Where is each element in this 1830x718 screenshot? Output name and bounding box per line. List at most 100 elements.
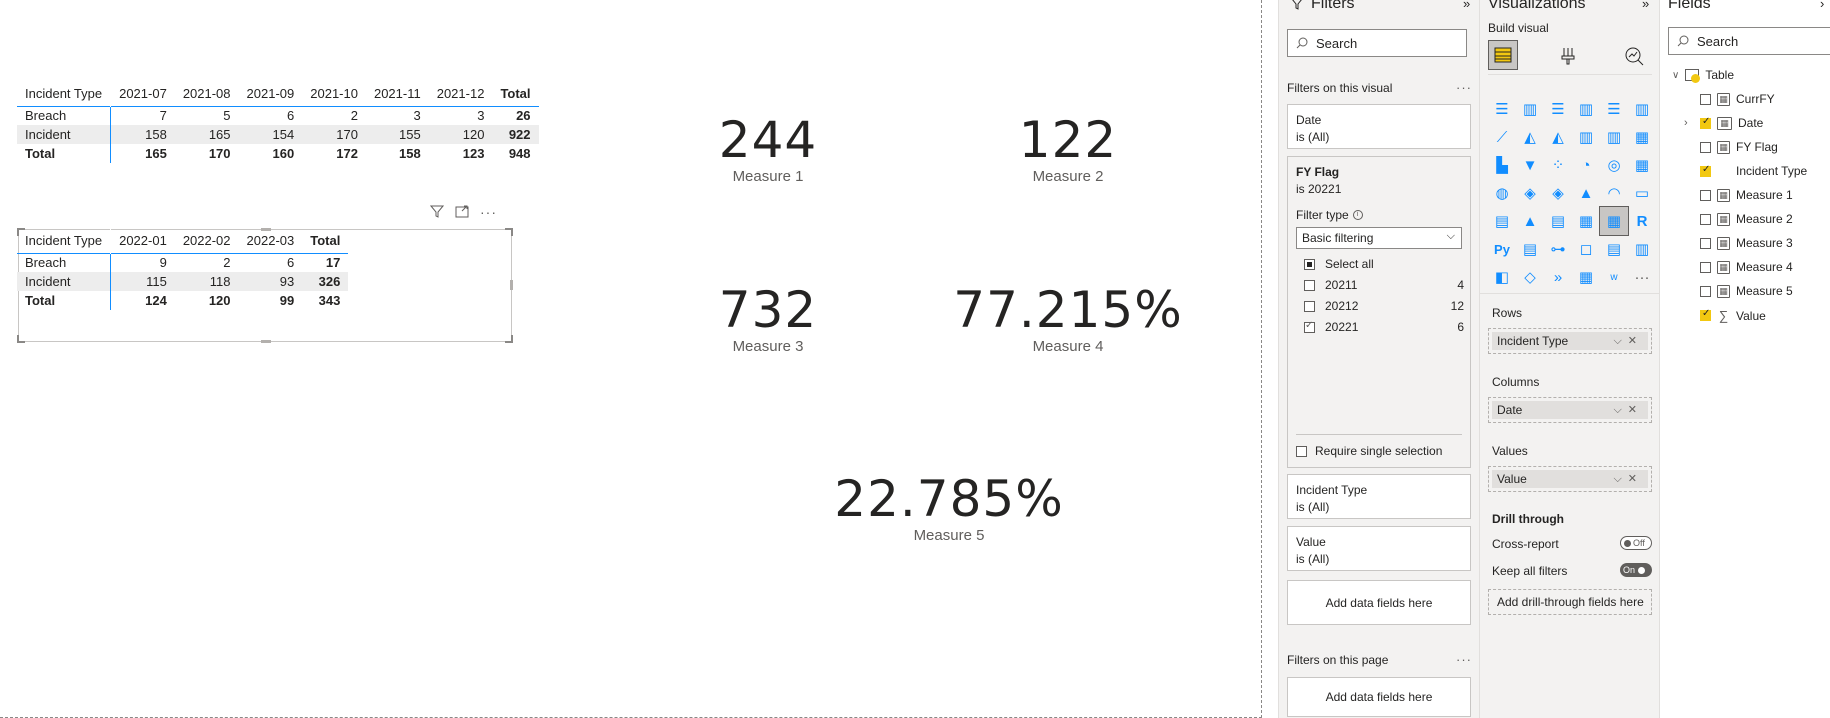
field-checkbox[interactable]	[1700, 116, 1711, 129]
kpi-icon[interactable]: ▲	[1516, 207, 1544, 235]
field-item[interactable]: ▦ CurrFY	[1700, 92, 1775, 106]
power-automate-flow-icon[interactable]: »	[1544, 263, 1572, 291]
custom-visual-icon[interactable]: ▦	[1572, 263, 1600, 291]
multi-row-card-icon[interactable]: ▤	[1488, 207, 1516, 235]
chevron-down-icon[interactable]: ⌵✕	[1613, 334, 1643, 348]
matrix-visual-2022[interactable]: Incident Type 2022-01 2022-02 2022-03 To…	[17, 229, 349, 310]
column-header[interactable]: 2021-12	[429, 82, 493, 106]
row-header[interactable]: Incident	[17, 125, 112, 144]
clustered-bar-chart-icon[interactable]: ☰	[1544, 95, 1572, 123]
more-options-icon[interactable]: ···	[1456, 80, 1472, 95]
smart-narrative-icon[interactable]: ▤	[1600, 235, 1628, 263]
python-visual-icon[interactable]: Py	[1488, 235, 1516, 263]
qa-icon[interactable]: ◻	[1572, 235, 1600, 263]
100-stacked-column-chart-icon[interactable]: ▥	[1628, 95, 1656, 123]
analytics-tab[interactable]	[1620, 42, 1648, 70]
waterfall-chart-icon[interactable]: ▙	[1488, 151, 1516, 179]
filter-option-checkbox[interactable]	[1304, 279, 1315, 291]
chevron-expanded-icon[interactable]: ∨	[1672, 70, 1679, 81]
funnel-icon[interactable]: ▼	[1516, 151, 1544, 179]
column-header[interactable]: 2022-01	[111, 229, 175, 253]
info-icon[interactable]: i	[1352, 210, 1363, 220]
word-cloud-icon[interactable]: w	[1600, 263, 1628, 291]
columns-well[interactable]: Date ⌵✕	[1488, 397, 1652, 423]
column-header-total[interactable]: Total	[302, 229, 348, 253]
filters-search-input[interactable]: Search	[1287, 29, 1467, 57]
field-item[interactable]: ▦ FY Flag	[1700, 140, 1778, 154]
rows-field-pill[interactable]: Incident Type ⌵✕	[1492, 332, 1648, 350]
filter-option[interactable]: 20221 6	[1304, 320, 1464, 334]
card-measure-3[interactable]: 732 Measure 3	[668, 282, 868, 356]
field-item[interactable]: ▦ Measure 5	[1700, 284, 1793, 298]
select-all-checkbox[interactable]	[1304, 258, 1315, 270]
format-visual-tab[interactable]	[1554, 42, 1582, 70]
r-visual-icon[interactable]: R	[1628, 207, 1656, 235]
filter-option-checkbox[interactable]	[1304, 320, 1315, 333]
filter-option[interactable]: 20211 4	[1304, 278, 1464, 292]
column-header[interactable]: 2021-09	[239, 82, 303, 106]
card-measure-2[interactable]: 122 Measure 2	[968, 112, 1168, 186]
build-visual-tab[interactable]	[1488, 40, 1518, 70]
focus-mode-icon[interactable]	[455, 204, 469, 221]
filter-card-value[interactable]: Value is (All)	[1287, 526, 1471, 571]
100-stacked-bar-chart-icon[interactable]: ☰	[1600, 95, 1628, 123]
chevron-down-icon[interactable]: ⌵✕	[1613, 472, 1643, 486]
resize-corner-handle[interactable]	[505, 228, 513, 236]
field-checkbox[interactable]	[1700, 237, 1711, 249]
filter-card-date[interactable]: Date is (All)	[1287, 104, 1471, 149]
table-node[interactable]: ∨ Table	[1672, 68, 1734, 83]
add-data-fields-visual[interactable]: Add data fields here	[1287, 580, 1471, 625]
collapse-visualizations-icon[interactable]: »	[1642, 0, 1649, 11]
rows-well[interactable]: Incident Type ⌵✕	[1488, 328, 1652, 354]
fields-search-input[interactable]: Search	[1668, 27, 1830, 55]
power-apps-icon[interactable]: ◧	[1488, 263, 1516, 291]
column-header[interactable]: 2021-11	[366, 82, 429, 106]
require-single-option[interactable]: Require single selection	[1296, 444, 1442, 458]
filter-icon[interactable]	[429, 204, 445, 221]
matrix-visual-2021[interactable]: Incident Type 2021-07 2021-08 2021-09 20…	[17, 82, 539, 163]
ribbon-chart-icon[interactable]: ▦	[1628, 123, 1656, 151]
column-header[interactable]: 2021-08	[175, 82, 239, 106]
stacked-column-chart-icon[interactable]: ▥	[1516, 95, 1544, 123]
matrix-icon[interactable]: ▦	[1599, 206, 1629, 236]
row-header[interactable]: Incident	[17, 272, 112, 291]
resize-corner-handle[interactable]	[17, 335, 25, 343]
shape-map-icon[interactable]: ◈	[1544, 179, 1572, 207]
row-header[interactable]: Breach	[17, 106, 112, 125]
row-header[interactable]: Breach	[17, 253, 112, 272]
column-header[interactable]: Incident Type	[17, 229, 112, 253]
gauge-icon[interactable]: ◠	[1600, 179, 1628, 207]
more-options-icon[interactable]: ···	[1456, 652, 1472, 667]
column-header[interactable]: 2021-07	[111, 82, 175, 106]
more-visuals-icon[interactable]: ···	[1628, 263, 1656, 291]
require-single-checkbox[interactable]	[1296, 445, 1307, 457]
column-header-total[interactable]: Total	[492, 82, 538, 106]
collapse-filters-icon[interactable]: »	[1463, 0, 1470, 11]
line-and-stacked-column-chart-icon[interactable]: ▥	[1572, 123, 1600, 151]
filter-card-fy-flag[interactable]: FY Flag is 20221 Filter type i Basic fil…	[1287, 156, 1471, 468]
column-header[interactable]: 2021-10	[302, 82, 366, 106]
stacked-bar-chart-icon[interactable]: ☰	[1488, 95, 1516, 123]
card-measure-5[interactable]: 22.785% Measure 5	[799, 471, 1099, 545]
power-automate-icon[interactable]: ◇	[1516, 263, 1544, 291]
field-item[interactable]: ▦ Measure 2	[1700, 212, 1793, 226]
add-data-fields-page[interactable]: Add data fields here	[1287, 677, 1471, 717]
paginated-report-icon[interactable]: ▥	[1628, 235, 1656, 263]
values-well[interactable]: Value ⌵✕	[1488, 466, 1652, 492]
azure-map-icon[interactable]: ▲	[1572, 179, 1600, 207]
filter-type-dropdown[interactable]: Basic filtering ⌵	[1296, 227, 1462, 249]
report-canvas[interactable]: Incident Type 2021-07 2021-08 2021-09 20…	[0, 0, 1262, 718]
line-and-clustered-column-chart-icon[interactable]: ▥	[1600, 123, 1628, 151]
field-checkbox[interactable]	[1700, 285, 1711, 297]
field-checkbox[interactable]	[1700, 213, 1711, 225]
columns-field-pill[interactable]: Date ⌵✕	[1492, 401, 1648, 419]
field-item[interactable]: Incident Type	[1700, 164, 1807, 178]
clustered-column-chart-icon[interactable]: ▥	[1572, 95, 1600, 123]
select-all-option[interactable]: Select all	[1304, 257, 1374, 271]
pie-chart-icon[interactable]: ◔	[1572, 151, 1600, 179]
area-chart-icon[interactable]: ◭	[1516, 123, 1544, 151]
stacked-area-chart-icon[interactable]: ◭	[1544, 123, 1572, 151]
field-checkbox[interactable]	[1700, 308, 1711, 321]
collapse-fields-icon[interactable]: ›	[1820, 0, 1824, 11]
scatter-chart-icon[interactable]: ⁘	[1544, 151, 1572, 179]
